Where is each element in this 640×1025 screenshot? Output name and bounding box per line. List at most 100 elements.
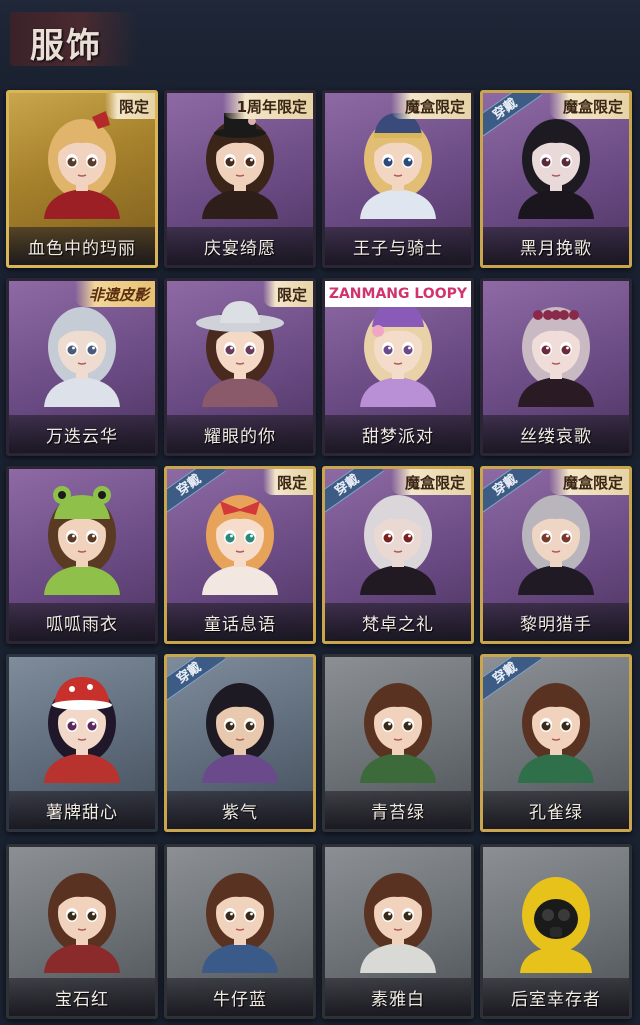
portrait-frame	[506, 483, 606, 595]
portrait-frame	[32, 671, 132, 783]
portrait-frame	[32, 861, 132, 973]
rarity-badge: 非遗皮影	[74, 281, 155, 307]
costume-card[interactable]: 薯牌甜心	[6, 654, 158, 832]
costume-card[interactable]: ZANMANG LOOPY 甜梦派对	[322, 278, 474, 456]
costume-name: 丝缕哀歌	[520, 426, 592, 447]
costume-name-bar: 后室幸存者	[483, 978, 629, 1016]
costume-name: 梵卓之礼	[362, 614, 434, 635]
costume-card[interactable]: 穿戴 紫气	[164, 654, 316, 832]
portrait-frame	[506, 295, 606, 407]
costume-name: 后室幸存者	[511, 989, 601, 1010]
portrait-frame	[348, 671, 448, 783]
costume-name-bar: 黑月挽歌	[483, 227, 629, 265]
costume-card[interactable]: 丝缕哀歌	[480, 278, 632, 456]
costume-name: 素雅白	[371, 989, 425, 1010]
costume-card[interactable]: 穿戴 孔雀绿	[480, 654, 632, 832]
costume-name: 耀眼的你	[204, 426, 276, 447]
portrait-frame	[190, 671, 290, 783]
costume-name: 呱呱雨衣	[46, 614, 118, 635]
costume-name: 黎明猎手	[520, 614, 592, 635]
costume-name-bar: 丝缕哀歌	[483, 415, 629, 453]
costume-card[interactable]: 非遗皮影万迭云华	[6, 278, 158, 456]
costume-name: 紫气	[222, 802, 258, 823]
costume-card[interactable]: 呱呱雨衣	[6, 466, 158, 644]
costume-name-bar: 素雅白	[325, 978, 471, 1016]
costume-card[interactable]: 后室幸存者	[480, 844, 632, 1019]
rarity-badge: 限定	[262, 281, 313, 307]
rarity-badge: 限定	[104, 93, 155, 119]
costume-card[interactable]: 魔盒限定 穿戴 黎明猎手	[480, 466, 632, 644]
costume-name: 庆宴绮愿	[204, 238, 276, 259]
costume-name: 宝石红	[55, 989, 109, 1010]
costume-card[interactable]: 1周年限定庆宴绮愿	[164, 90, 316, 268]
portrait-frame	[190, 483, 290, 595]
portrait-frame	[348, 295, 448, 407]
costume-name-bar: 青苔绿	[325, 791, 471, 829]
character-portrait	[518, 119, 594, 219]
costume-card[interactable]: 限定 穿戴 童话息语	[164, 466, 316, 644]
costume-name-bar: 耀眼的你	[167, 415, 313, 453]
costume-name-bar: 梵卓之礼	[325, 603, 471, 641]
portrait-frame	[190, 861, 290, 973]
portrait-frame	[32, 295, 132, 407]
costume-card[interactable]: 牛仔蓝	[164, 844, 316, 1019]
rarity-badge: 魔盒限定	[548, 469, 629, 495]
costume-name: 童话息语	[204, 614, 276, 635]
costume-name: 青苔绿	[371, 802, 425, 823]
portrait-frame	[190, 295, 290, 407]
portrait-frame	[506, 671, 606, 783]
costume-card[interactable]: 魔盒限定王子与骑士	[322, 90, 474, 268]
character-portrait	[518, 307, 594, 407]
character-portrait	[202, 873, 278, 973]
portrait-frame	[32, 107, 132, 219]
costume-name: 黑月挽歌	[520, 238, 592, 259]
costume-name: 血色中的玛丽	[28, 238, 136, 259]
costume-name-bar: 血色中的玛丽	[9, 227, 155, 265]
costume-card[interactable]: 魔盒限定 穿戴 梵卓之礼	[322, 466, 474, 644]
character-portrait	[518, 495, 594, 595]
costume-card[interactable]: 限定耀眼的你	[164, 278, 316, 456]
portrait-frame	[506, 107, 606, 219]
character-portrait	[360, 873, 436, 973]
costume-name-bar: 宝石红	[9, 978, 155, 1016]
costume-card[interactable]: 青苔绿	[322, 654, 474, 832]
costume-name: 孔雀绿	[529, 802, 583, 823]
costume-name-bar: 甜梦派对	[325, 415, 471, 453]
rarity-badge: 魔盒限定	[548, 93, 629, 119]
rarity-badge: 魔盒限定	[390, 93, 471, 119]
character-portrait	[44, 873, 120, 973]
character-portrait	[44, 486, 120, 595]
character-portrait	[44, 111, 120, 219]
costume-name: 王子与骑士	[353, 238, 443, 259]
costume-name-bar: 牛仔蓝	[167, 978, 313, 1016]
character-portrait	[360, 495, 436, 595]
rarity-badge: ZANMANG LOOPY	[325, 281, 471, 307]
portrait-frame	[348, 483, 448, 595]
costume-name-bar: 王子与骑士	[325, 227, 471, 265]
costume-name-bar: 黎明猎手	[483, 603, 629, 641]
costume-card[interactable]: 素雅白	[322, 844, 474, 1019]
character-portrait	[44, 677, 120, 783]
character-portrait	[202, 683, 278, 783]
portrait-frame	[348, 107, 448, 219]
costume-name: 万迭云华	[46, 426, 118, 447]
portrait-frame	[506, 861, 606, 973]
character-portrait	[202, 495, 278, 595]
costume-name-bar: 庆宴绮愿	[167, 227, 313, 265]
costume-grid: 限定 血色中的玛丽 1周年限定 庆宴绮愿 魔盒限定 王子与骑士 魔盒限定 穿戴 黑月挽歌 非遗皮影…	[0, 0, 640, 1025]
costume-card[interactable]: 宝石红	[6, 844, 158, 1019]
rarity-badge: 1周年限定	[222, 93, 313, 119]
costume-card[interactable]: 限定血色中的玛丽	[6, 90, 158, 268]
costume-name-bar: 薯牌甜心	[9, 791, 155, 829]
character-portrait	[360, 113, 436, 219]
character-portrait	[202, 113, 278, 219]
costume-name: 薯牌甜心	[46, 802, 118, 823]
character-portrait	[520, 877, 592, 973]
costume-name-bar: 童话息语	[167, 603, 313, 641]
costume-name-bar: 呱呱雨衣	[9, 603, 155, 641]
character-portrait	[44, 307, 120, 407]
rarity-badge: 魔盒限定	[390, 469, 471, 495]
portrait-frame	[348, 861, 448, 973]
costume-card[interactable]: 魔盒限定 穿戴 黑月挽歌	[480, 90, 632, 268]
costume-name: 甜梦派对	[362, 426, 434, 447]
